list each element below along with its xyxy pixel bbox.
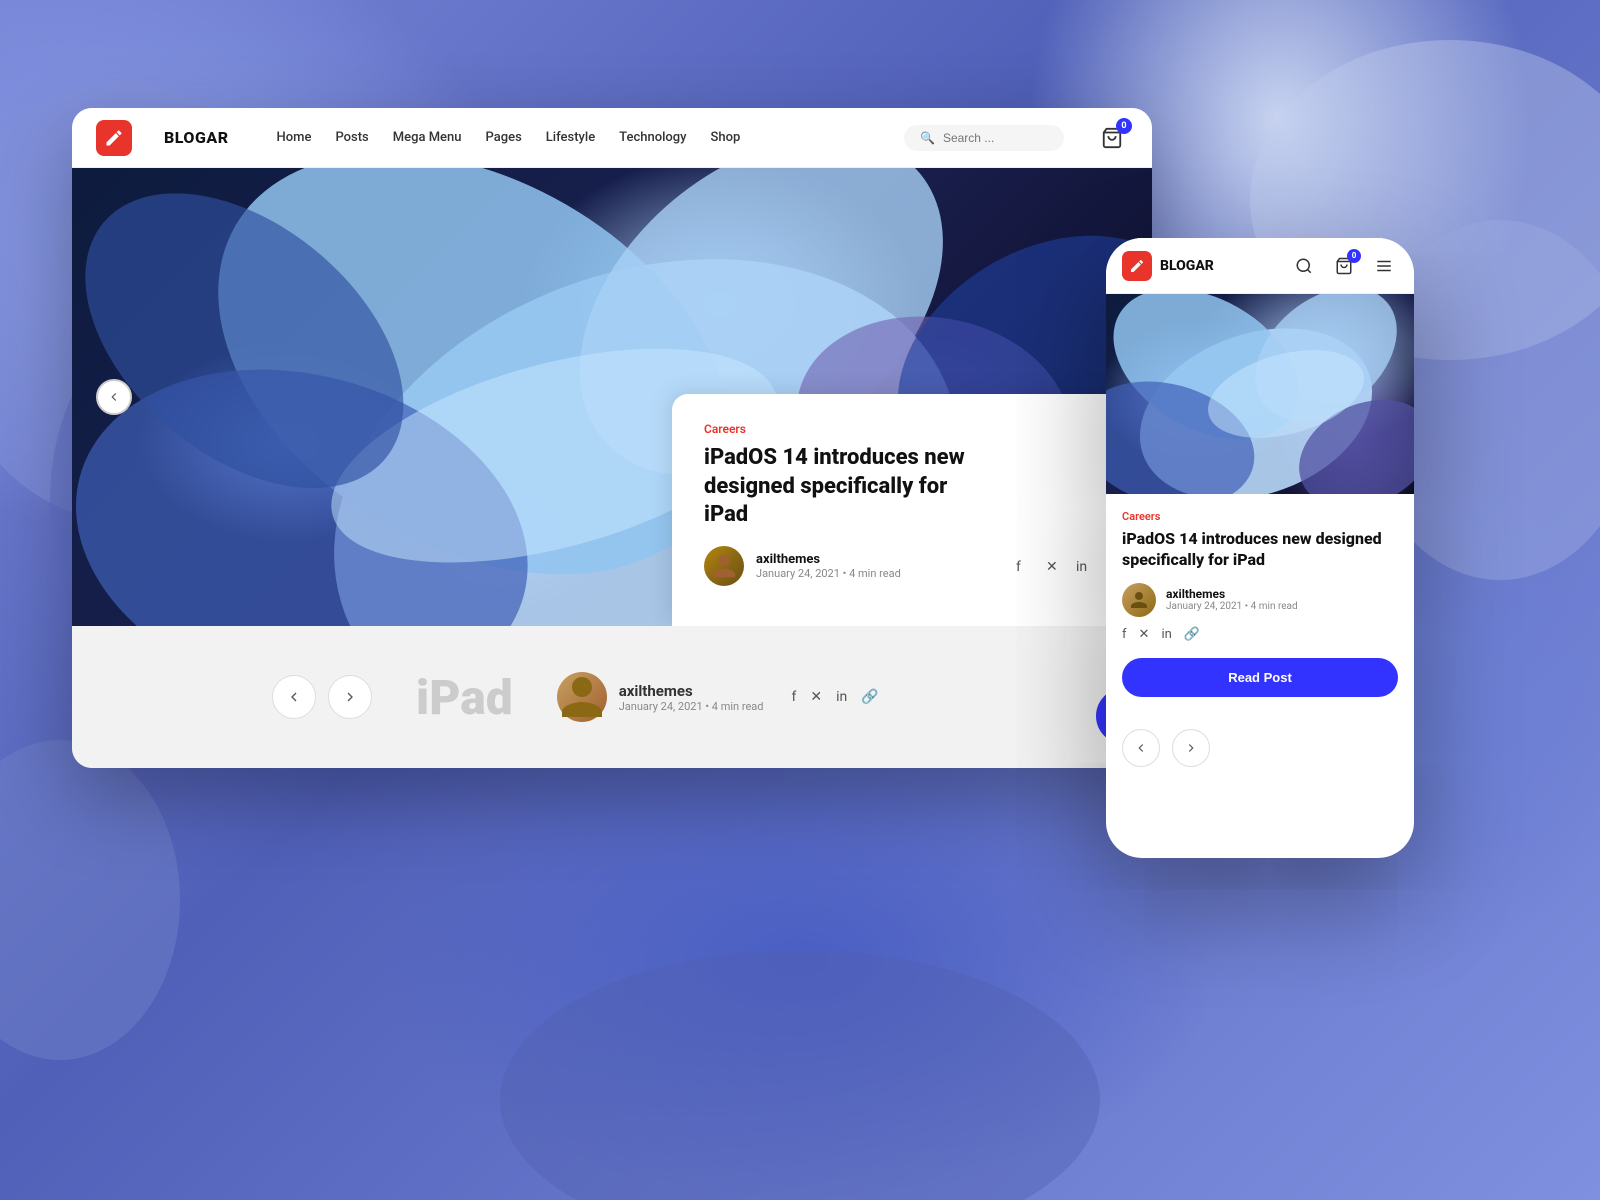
mobile-link-icon[interactable]: 🔗	[1184, 627, 1200, 642]
mobile-navbar: BLOGAR 0	[1106, 238, 1414, 294]
mobile-cart-button[interactable]: 0	[1330, 252, 1358, 280]
prev-button[interactable]	[96, 379, 132, 415]
bottom-nav-buttons	[272, 675, 372, 719]
nav-posts[interactable]: Posts	[335, 130, 368, 145]
mobile-pen-icon	[1129, 258, 1145, 274]
mobile-twitter-icon[interactable]: ✕	[1139, 627, 1150, 642]
desktop-logo-mark	[96, 120, 132, 156]
read-post-button[interactable]: Read Post	[1122, 658, 1398, 697]
bottom-author-info: axilthemes January 24, 2021 • 4 min read	[619, 682, 764, 713]
mobile-search-button[interactable]	[1290, 252, 1318, 280]
bottom-author-section: axilthemes January 24, 2021 • 4 min read…	[557, 672, 879, 722]
mobile-search-icon	[1295, 257, 1313, 275]
mobile-prev-arrow-icon	[1134, 741, 1148, 755]
nav-lifestyle[interactable]: Lifestyle	[546, 130, 595, 145]
nav-technology[interactable]: Technology	[619, 130, 686, 145]
desktop-mockup: BLOGAR Home Posts Mega Menu Pages Lifest…	[72, 108, 1152, 768]
mobile-menu-button[interactable]	[1370, 252, 1398, 280]
desktop-nav: Home Posts Mega Menu Pages Lifestyle Tec…	[277, 130, 741, 145]
author-info: axilthemes January 24, 2021 • 4 min read	[756, 552, 901, 580]
mobile-post-date: January 24, 2021 • 4 min read	[1166, 601, 1298, 612]
author-name: axilthemes	[756, 552, 901, 567]
nav-shop[interactable]: Shop	[711, 130, 741, 145]
mobile-mockup: BLOGAR 0	[1106, 238, 1414, 858]
prev-arrow-icon	[107, 390, 121, 404]
mobile-post-meta: axilthemes January 24, 2021 • 4 min read	[1122, 583, 1398, 617]
bottom-person-icon	[557, 672, 607, 722]
mobile-brand-name: BLOGAR	[1160, 258, 1214, 274]
search-input[interactable]	[943, 131, 1048, 145]
post-title: iPadOS 14 introduces newdesigned specifi…	[704, 444, 1124, 530]
nav-home[interactable]: Home	[277, 130, 312, 145]
bottom-facebook-icon[interactable]: f	[791, 689, 796, 705]
bottom-prev-button[interactable]	[272, 675, 316, 719]
mobile-linkedin-icon[interactable]: in	[1161, 627, 1171, 642]
person-icon	[710, 552, 738, 580]
desktop-brand-name: BLOGAR	[164, 128, 229, 147]
mobile-hero-section	[1106, 294, 1414, 494]
mobile-logo-mark	[1122, 251, 1152, 281]
mobile-next-button[interactable]	[1172, 729, 1210, 767]
facebook-icon[interactable]: f	[1016, 559, 1034, 577]
desktop-search-bar[interactable]: 🔍	[904, 125, 1064, 151]
mobile-post-category: Careers	[1122, 510, 1398, 523]
left-arrow-icon	[286, 689, 302, 705]
cart-icon-wrapper[interactable]: 0	[1096, 122, 1128, 154]
right-arrow-icon	[342, 689, 358, 705]
post-meta: axilthemes January 24, 2021 • 4 min read…	[704, 546, 1124, 586]
mobile-abstract-art	[1106, 294, 1414, 494]
desktop-post-card: Careers iPadOS 14 introduces newdesigned…	[672, 394, 1152, 626]
mobile-nav-icons: 0	[1290, 252, 1398, 280]
bottom-author-avatar	[557, 672, 607, 722]
mobile-social-icons: f ✕ in 🔗	[1122, 627, 1398, 642]
bottom-twitter-icon[interactable]: ✕	[810, 689, 822, 705]
mobile-facebook-icon[interactable]: f	[1122, 627, 1127, 642]
hamburger-icon	[1375, 257, 1393, 275]
bottom-linkedin-icon[interactable]: in	[836, 689, 847, 705]
nav-mega-menu[interactable]: Mega Menu	[393, 130, 462, 145]
pen-icon	[104, 128, 124, 148]
post-date: January 24, 2021 • 4 min read	[756, 567, 901, 580]
bottom-link-icon[interactable]: 🔗	[861, 689, 878, 705]
mobile-cart-badge: 0	[1347, 249, 1361, 263]
desktop-navbar: BLOGAR Home Posts Mega Menu Pages Lifest…	[72, 108, 1152, 168]
bottom-author-date: January 24, 2021 • 4 min read	[619, 700, 764, 713]
bottom-next-button[interactable]	[328, 675, 372, 719]
bottom-social-icons: f ✕ in 🔗	[791, 689, 878, 705]
mobile-author-avatar	[1122, 583, 1156, 617]
mobile-person-icon	[1127, 588, 1151, 612]
mobile-author-name: axilthemes	[1166, 587, 1298, 601]
mobile-author-info: axilthemes January 24, 2021 • 4 min read	[1166, 587, 1298, 612]
linkedin-icon[interactable]: in	[1076, 559, 1094, 577]
search-icon: 🔍	[920, 131, 935, 145]
mobile-post-content: Careers iPadOS 14 introduces new designe…	[1106, 494, 1414, 729]
author-avatar	[704, 546, 744, 586]
mobile-nav-buttons	[1106, 729, 1414, 767]
bottom-author-name: axilthemes	[619, 682, 764, 700]
cart-badge: 0	[1116, 118, 1132, 134]
post-category: Careers	[704, 422, 1124, 436]
desktop-bottom-area: iPad axilthemes January 24, 2021 • 4 min…	[72, 626, 1152, 768]
mobile-prev-button[interactable]	[1122, 729, 1160, 767]
mobile-next-arrow-icon	[1184, 741, 1198, 755]
desktop-hero-section: Careers iPadOS 14 introduces newdesigned…	[72, 168, 1152, 626]
nav-pages[interactable]: Pages	[486, 130, 522, 145]
twitter-icon[interactable]: ✕	[1046, 559, 1064, 577]
bottom-large-text: iPad	[416, 669, 513, 726]
mobile-post-title: iPadOS 14 introduces new designed specif…	[1122, 529, 1398, 571]
